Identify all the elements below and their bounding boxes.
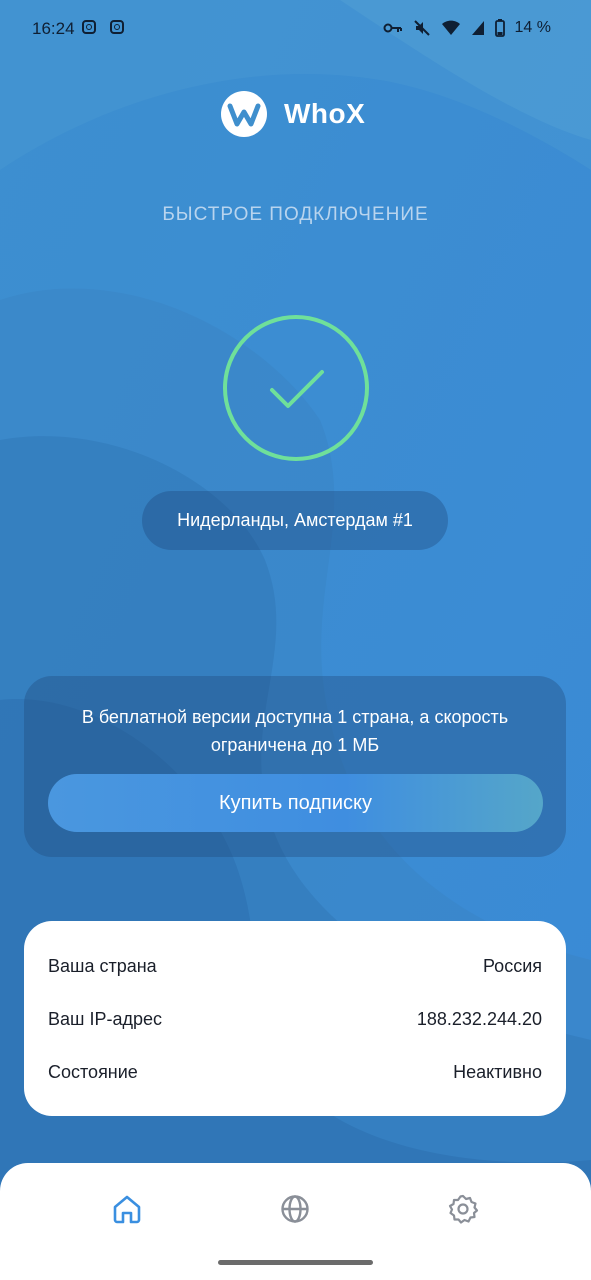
promo-panel: В беплатной версии доступна 1 страна, а …	[24, 676, 566, 857]
info-row-status: Состояние Неактивно	[48, 1062, 542, 1086]
promo-text: В беплатной версии доступна 1 страна, а …	[81, 707, 509, 755]
instagram-icon	[82, 20, 96, 34]
connect-toggle-button[interactable]	[222, 314, 370, 462]
whox-logo-icon	[221, 91, 267, 137]
battery-percent: 14 %	[514, 19, 551, 36]
buy-subscription-label: Купить подписку	[219, 791, 372, 814]
info-value: 188.232.244.20	[416, 1009, 542, 1029]
wifi-icon	[441, 20, 460, 35]
info-row-ip: Ваш IP-адрес 188.232.244.20	[48, 1009, 542, 1033]
status-bar: 16:24 14 %	[0, 0, 591, 60]
info-label: Состояние	[48, 1062, 138, 1082]
info-label: Ваша страна	[48, 956, 157, 976]
instagram-icon	[110, 20, 124, 34]
app-header: WhoX	[220, 90, 365, 138]
status-time: 16:24	[32, 19, 75, 38]
battery-icon	[494, 19, 505, 37]
bottom-navigation	[0, 1163, 591, 1280]
info-value: Неактивно	[453, 1062, 542, 1082]
globe-icon[interactable]	[279, 1193, 311, 1225]
settings-icon[interactable]	[447, 1193, 479, 1225]
home-icon[interactable]	[111, 1193, 143, 1225]
check-icon	[270, 370, 324, 408]
connection-info-card: Ваша страна Россия Ваш IP-адрес 188.232.…	[24, 921, 566, 1116]
quick-connect-title: БЫСТРОЕ ПОДКЛЮЧЕНИЕ	[162, 204, 429, 225]
info-value: Россия	[482, 956, 542, 976]
server-name: Нидерланды, Амстердам #1	[177, 510, 413, 530]
signal-icon	[471, 21, 484, 35]
info-label: Ваш IP-адрес	[48, 1009, 162, 1029]
app-name: WhoX	[284, 98, 366, 129]
mute-icon	[413, 20, 430, 36]
info-row-country: Ваша страна Россия	[48, 956, 542, 980]
vpn-key-icon	[383, 23, 402, 33]
buy-subscription-button[interactable]: Купить подписку	[48, 774, 543, 832]
server-selector[interactable]: Нидерланды, Амстердам #1	[142, 491, 448, 550]
gesture-home-indicator[interactable]	[218, 1260, 373, 1265]
